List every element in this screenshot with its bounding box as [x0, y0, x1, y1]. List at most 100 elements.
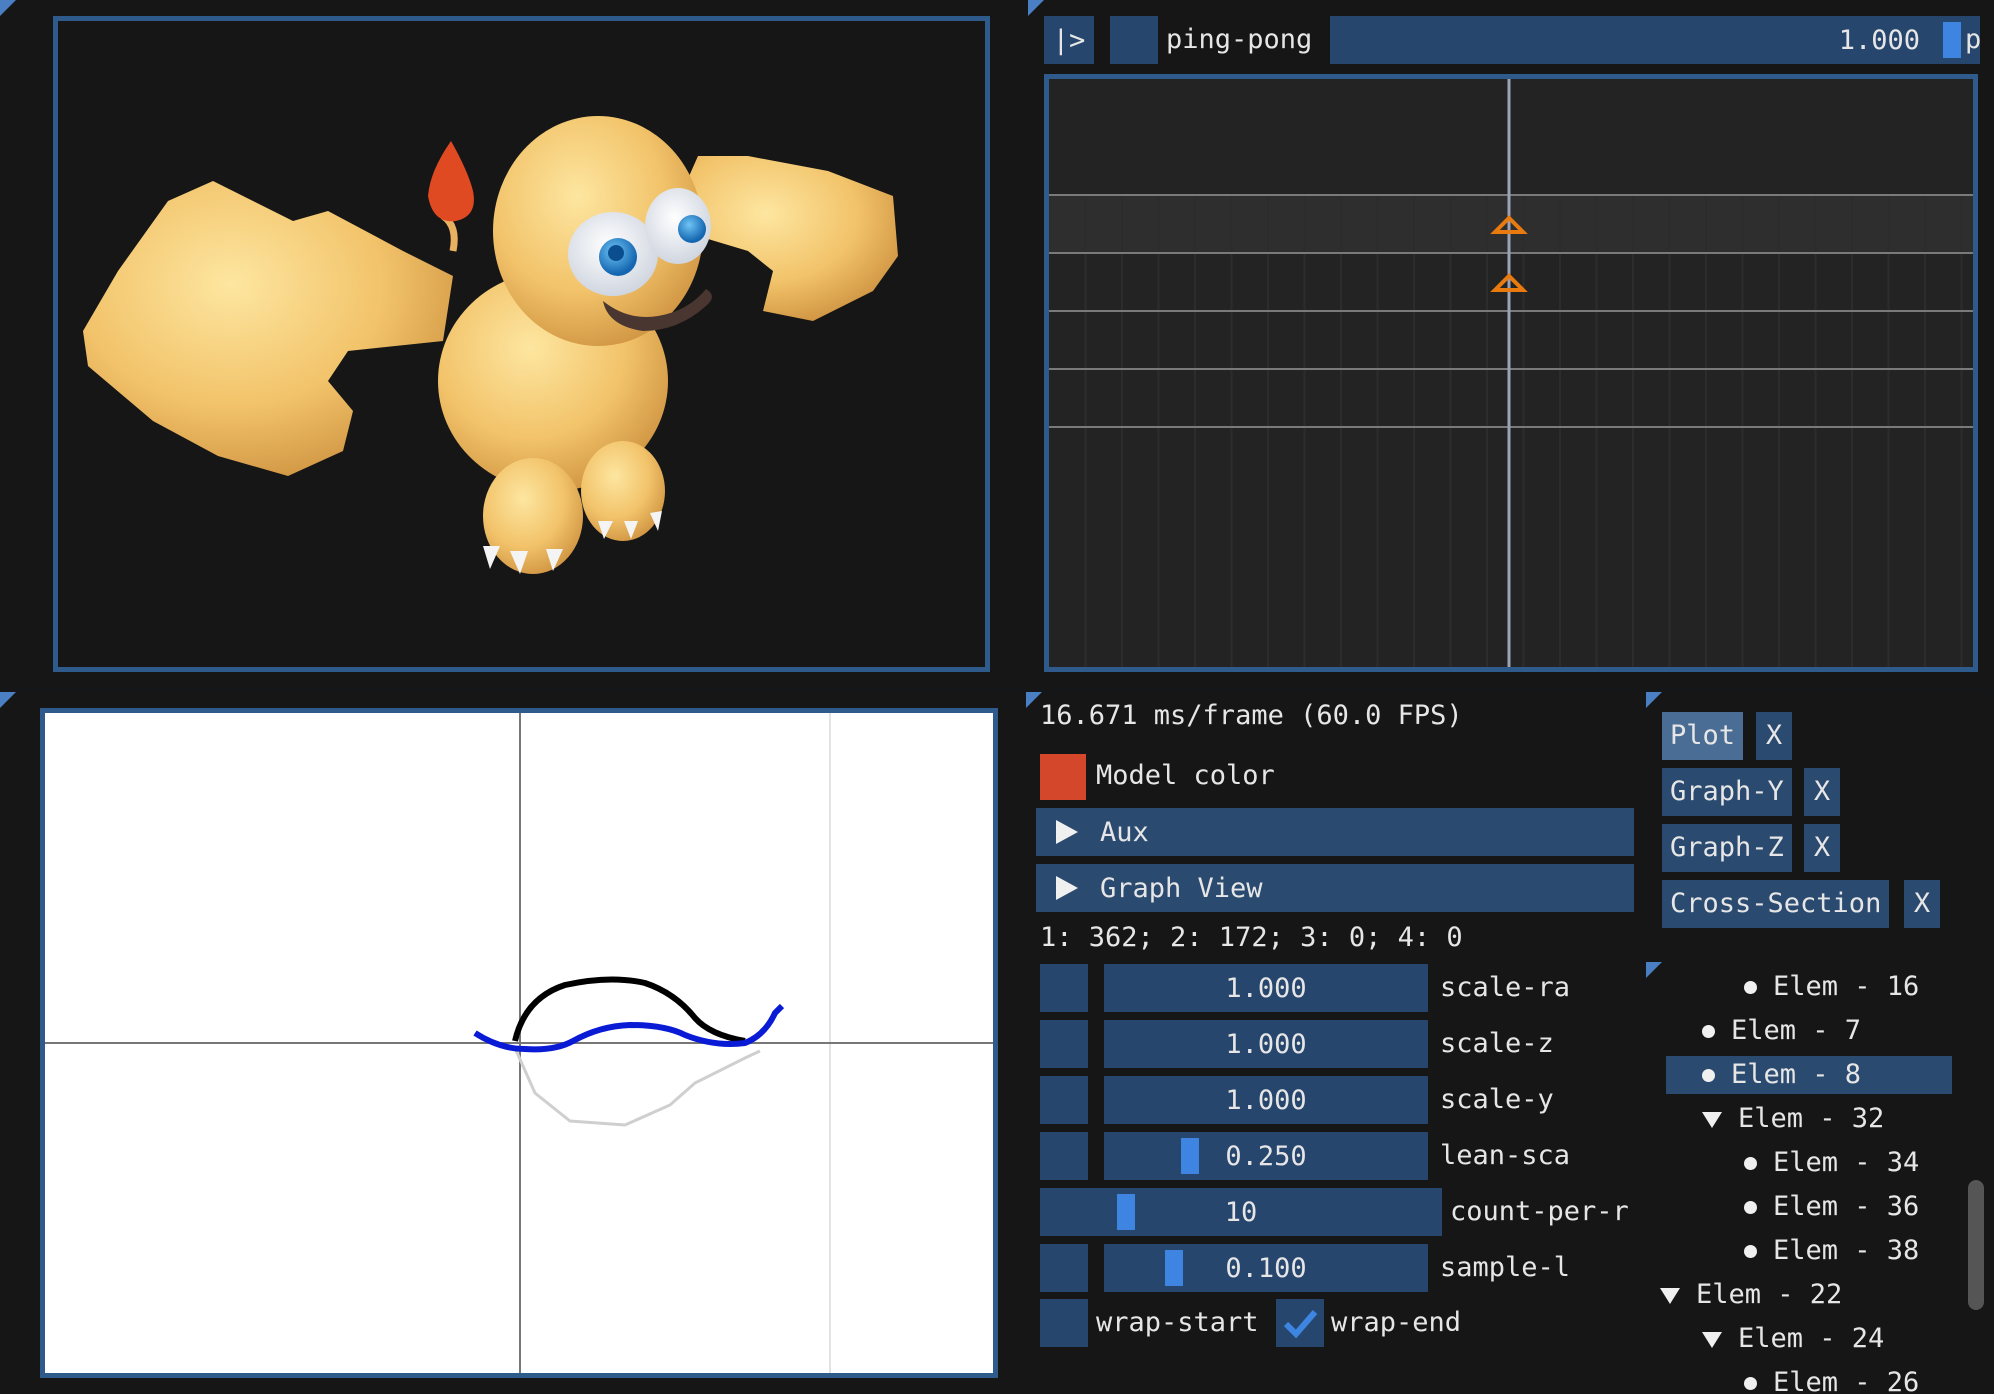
graph-highlight-row	[1049, 195, 1973, 253]
tree-item[interactable]: Elem - 38	[1744, 1232, 1919, 1270]
pane-corner-icon	[1646, 962, 1662, 978]
tree-bullet-icon	[1702, 1069, 1715, 1082]
tree-item[interactable]: Elem - 26	[1744, 1364, 1919, 1394]
param-slider-grab[interactable]	[1165, 1250, 1183, 1286]
tree-expanded-icon[interactable]	[1702, 1331, 1722, 1348]
keyframe-grid	[1049, 79, 1973, 667]
param-label: count-per-r	[1450, 1196, 1629, 1227]
tree-pane: Elem - 16 Elem - 7 Elem - 8 Elem - 32 Elem -…	[1646, 962, 1994, 1394]
wrap-end-label: wrap-end	[1331, 1307, 1462, 1338]
tree-expanded-icon[interactable]	[1702, 1111, 1722, 1128]
plot-canvas[interactable]	[40, 708, 998, 1378]
tree-item-label: Elem - 7	[1731, 1015, 1862, 1046]
creature-model	[83, 116, 898, 574]
aux-header[interactable]: Aux	[1036, 808, 1634, 856]
tree-bullet-icon	[1702, 1025, 1715, 1038]
pane-corner-icon	[0, 0, 16, 16]
tabs-pane: Plot X Graph-Y X Graph-Z X Cross-Section X	[1646, 692, 1994, 958]
pane-corner-icon	[0, 692, 16, 708]
time-slider[interactable]: 1.000	[1330, 16, 1980, 64]
tree-item[interactable]: Elem - 32	[1702, 1100, 1884, 1138]
param-label: scale-y	[1440, 1084, 1554, 1115]
tab-cross-section[interactable]: Cross-Section	[1662, 880, 1890, 928]
play-button[interactable]: |>	[1044, 16, 1094, 64]
tree-item[interactable]: Elem - 22	[1660, 1276, 1842, 1314]
param-reset-button[interactable]	[1040, 1244, 1088, 1292]
tree-item-label: Elem - 24	[1738, 1323, 1885, 1354]
plot-pane	[0, 692, 1022, 1394]
tree-item-label: Elem - 16	[1773, 971, 1920, 1002]
element-counts: 1: 362; 2: 172; 3: 0; 4: 0	[1040, 922, 1463, 953]
tree-item-label: Elem - 8	[1731, 1059, 1862, 1090]
tree-item-label: Elem - 36	[1773, 1191, 1920, 1222]
shadow-curve	[513, 1047, 761, 1127]
time-value: 1.000	[1838, 24, 1920, 56]
tree-scrollbar[interactable]	[1968, 1180, 1984, 1310]
tree-expanded-icon[interactable]	[1660, 1287, 1680, 1304]
model-color-swatch[interactable]	[1040, 754, 1086, 800]
tree-item-label: Elem - 22	[1696, 1279, 1843, 1310]
timeline-trailing-label: p	[1965, 24, 1982, 55]
viewport-3d[interactable]	[53, 16, 990, 672]
param-slider-grab[interactable]	[1117, 1194, 1135, 1230]
tree-item[interactable]: Elem - 8	[1666, 1056, 1952, 1094]
param-reset-button[interactable]	[1040, 1076, 1088, 1124]
plot-svg	[45, 713, 993, 1373]
param-label: sample-l	[1440, 1252, 1571, 1283]
tree-item-label: Elem - 32	[1738, 1103, 1885, 1134]
tree-bullet-icon	[1744, 1201, 1757, 1214]
param-reset-button[interactable]	[1040, 1020, 1088, 1068]
param-label: scale-z	[1440, 1028, 1554, 1059]
param-slider[interactable]: 0.250	[1104, 1132, 1428, 1180]
tab-close-button[interactable]: X	[1904, 880, 1940, 928]
param-value: 1.000	[1225, 1084, 1307, 1116]
param-reset-button[interactable]	[1040, 1132, 1088, 1180]
tree-item[interactable]: Elem - 36	[1744, 1188, 1919, 1226]
tab-graph-z[interactable]: Graph-Z	[1662, 824, 1792, 872]
controls-pane: 16.671 ms/frame (60.0 FPS) Model color A…	[1026, 692, 1642, 1394]
model-color-label: Model color	[1096, 760, 1275, 791]
keyframe-graph[interactable]	[1044, 74, 1978, 672]
param-label: lean-sca	[1440, 1140, 1571, 1171]
timeline-pane: |> ping-pong 1.000 p	[1028, 0, 1994, 688]
tree-item[interactable]: Elem - 16	[1744, 968, 1919, 1006]
wrap-end-checkbox[interactable]	[1276, 1299, 1324, 1347]
param-slider[interactable]: 1.000	[1104, 1020, 1428, 1068]
pane-corner-icon	[1028, 0, 1044, 16]
check-icon	[1283, 1310, 1318, 1339]
param-slider[interactable]: 10	[1040, 1188, 1442, 1236]
tab-close-button[interactable]: X	[1756, 712, 1792, 760]
tab-plot[interactable]: Plot	[1662, 712, 1744, 760]
param-value: 1.000	[1225, 972, 1307, 1004]
param-value: 1.000	[1225, 1028, 1307, 1060]
loop-toggle[interactable]	[1110, 16, 1158, 64]
param-value: 0.250	[1225, 1140, 1307, 1172]
param-label: scale-ra	[1440, 972, 1571, 1003]
graph-view-header[interactable]: Graph View	[1036, 864, 1634, 912]
param-reset-button[interactable]	[1040, 964, 1088, 1012]
viewport-3d-pane	[0, 0, 1024, 688]
tree-item[interactable]: Elem - 24	[1702, 1320, 1884, 1358]
pane-corner-icon	[1646, 692, 1662, 708]
param-slider-grab[interactable]	[1181, 1138, 1199, 1174]
tree-bullet-icon	[1744, 981, 1757, 994]
aux-header-label: Aux	[1100, 816, 1149, 848]
tab-close-button[interactable]: X	[1804, 768, 1840, 816]
param-slider[interactable]: 1.000	[1104, 964, 1428, 1012]
expand-arrow-icon	[1056, 820, 1078, 844]
param-value: 0.100	[1225, 1252, 1307, 1284]
time-slider-grab[interactable]	[1943, 22, 1961, 58]
tree-item-label: Elem - 38	[1773, 1235, 1920, 1266]
tree-item[interactable]: Elem - 34	[1744, 1144, 1919, 1182]
frame-time: 16.671 ms/frame (60.0 FPS)	[1040, 700, 1463, 731]
tree-bullet-icon	[1744, 1157, 1757, 1170]
param-slider[interactable]: 0.100	[1104, 1244, 1428, 1292]
tree-bullet-icon	[1744, 1245, 1757, 1258]
wrap-start-checkbox[interactable]	[1040, 1299, 1088, 1347]
tree-item-label: Elem - 34	[1773, 1147, 1920, 1178]
tree-item[interactable]: Elem - 7	[1702, 1012, 1861, 1050]
tab-close-button[interactable]: X	[1804, 824, 1840, 872]
tree-item-label: Elem - 26	[1773, 1367, 1920, 1394]
tab-graph-y[interactable]: Graph-Y	[1662, 768, 1792, 816]
param-slider[interactable]: 1.000	[1104, 1076, 1428, 1124]
